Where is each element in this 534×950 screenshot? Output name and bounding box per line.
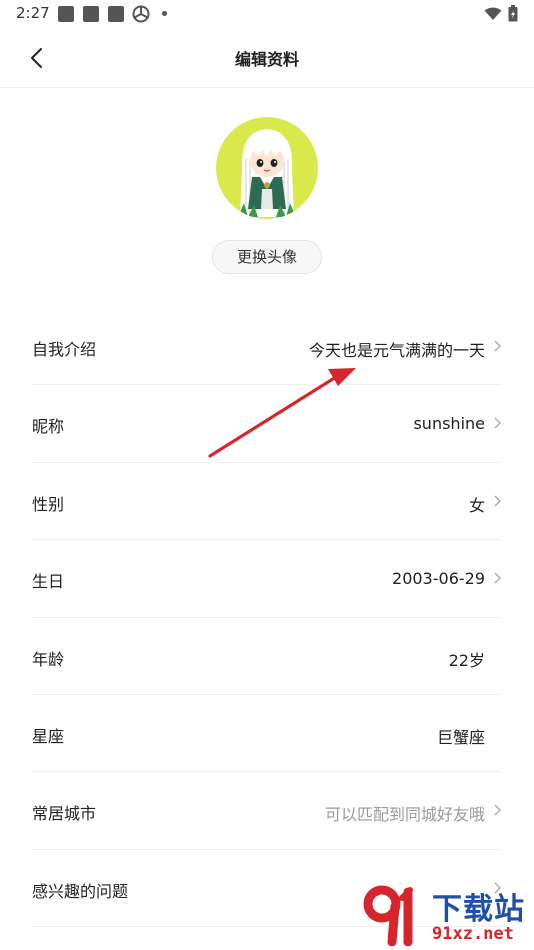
wifi-icon [484, 7, 502, 20]
field-value: sunshine [413, 414, 485, 434]
field-label: 自我介绍 [32, 340, 97, 359]
avatar[interactable] [216, 117, 318, 219]
field-value: 巨蟹座 [436, 727, 485, 747]
more-dot-icon [162, 11, 167, 16]
watermark-brand-bottom: 91xz.net [432, 924, 514, 944]
field-label: 常居城市 [32, 804, 97, 824]
field-row-city[interactable]: 常居城市 可以匹配到同城好友哦 [32, 772, 502, 850]
watermark-logo: 下载站 91xz.net [362, 880, 534, 950]
field-label: 星座 [32, 726, 65, 746]
chevron-right-icon [494, 340, 501, 352]
chevron-right-icon [494, 572, 501, 584]
aperture-icon [132, 5, 150, 23]
brand-logo-icon [363, 885, 413, 946]
field-row-gender[interactable]: 性别 女 [32, 463, 502, 541]
battery-icon [508, 5, 518, 22]
field-value: 2003-06-29 [392, 569, 485, 589]
chevron-right-icon [494, 495, 501, 507]
field-label: 生日 [32, 572, 65, 592]
watermark-brand-top: 下载站 [432, 892, 525, 927]
field-value: 可以匹配到同城好友哦 [324, 805, 485, 825]
field-label: 性别 [32, 494, 65, 514]
field-row-zodiac: 星座 巨蟹座 [32, 695, 502, 773]
change-avatar-button[interactable]: 更换头像 [212, 240, 322, 274]
avatar-image [216, 117, 318, 219]
status-time: 2:27 [16, 4, 50, 22]
profile-fields-list: 自我介绍 今天也是元气满满的一天 昵称 sunshine 性别 女 生日 200… [0, 308, 534, 928]
page-title: 编辑资料 [234, 50, 299, 69]
notification-square-icon [58, 6, 74, 22]
field-label: 感兴趣的问题 [32, 881, 129, 901]
field-row-birthday[interactable]: 生日 2003-06-29 [32, 540, 502, 618]
header: 编辑资料 [0, 28, 534, 88]
field-value: 22岁 [448, 650, 485, 670]
notification-square-icon [83, 6, 99, 22]
chevron-right-icon [494, 804, 501, 816]
status-bar: 2:27 [0, 0, 534, 28]
notification-square-icon [108, 6, 124, 22]
field-value: 女 [468, 495, 485, 515]
field-row-intro[interactable]: 自我介绍 今天也是元气满满的一天 [32, 308, 502, 386]
field-label: 年龄 [32, 649, 65, 669]
field-label: 昵称 [32, 417, 65, 437]
status-right-icons [484, 5, 518, 22]
field-value: 今天也是元气满满的一天 [308, 341, 485, 360]
field-row-nickname[interactable]: 昵称 sunshine [32, 385, 502, 463]
chevron-right-icon [494, 417, 501, 429]
field-row-age: 年龄 22岁 [32, 618, 502, 695]
